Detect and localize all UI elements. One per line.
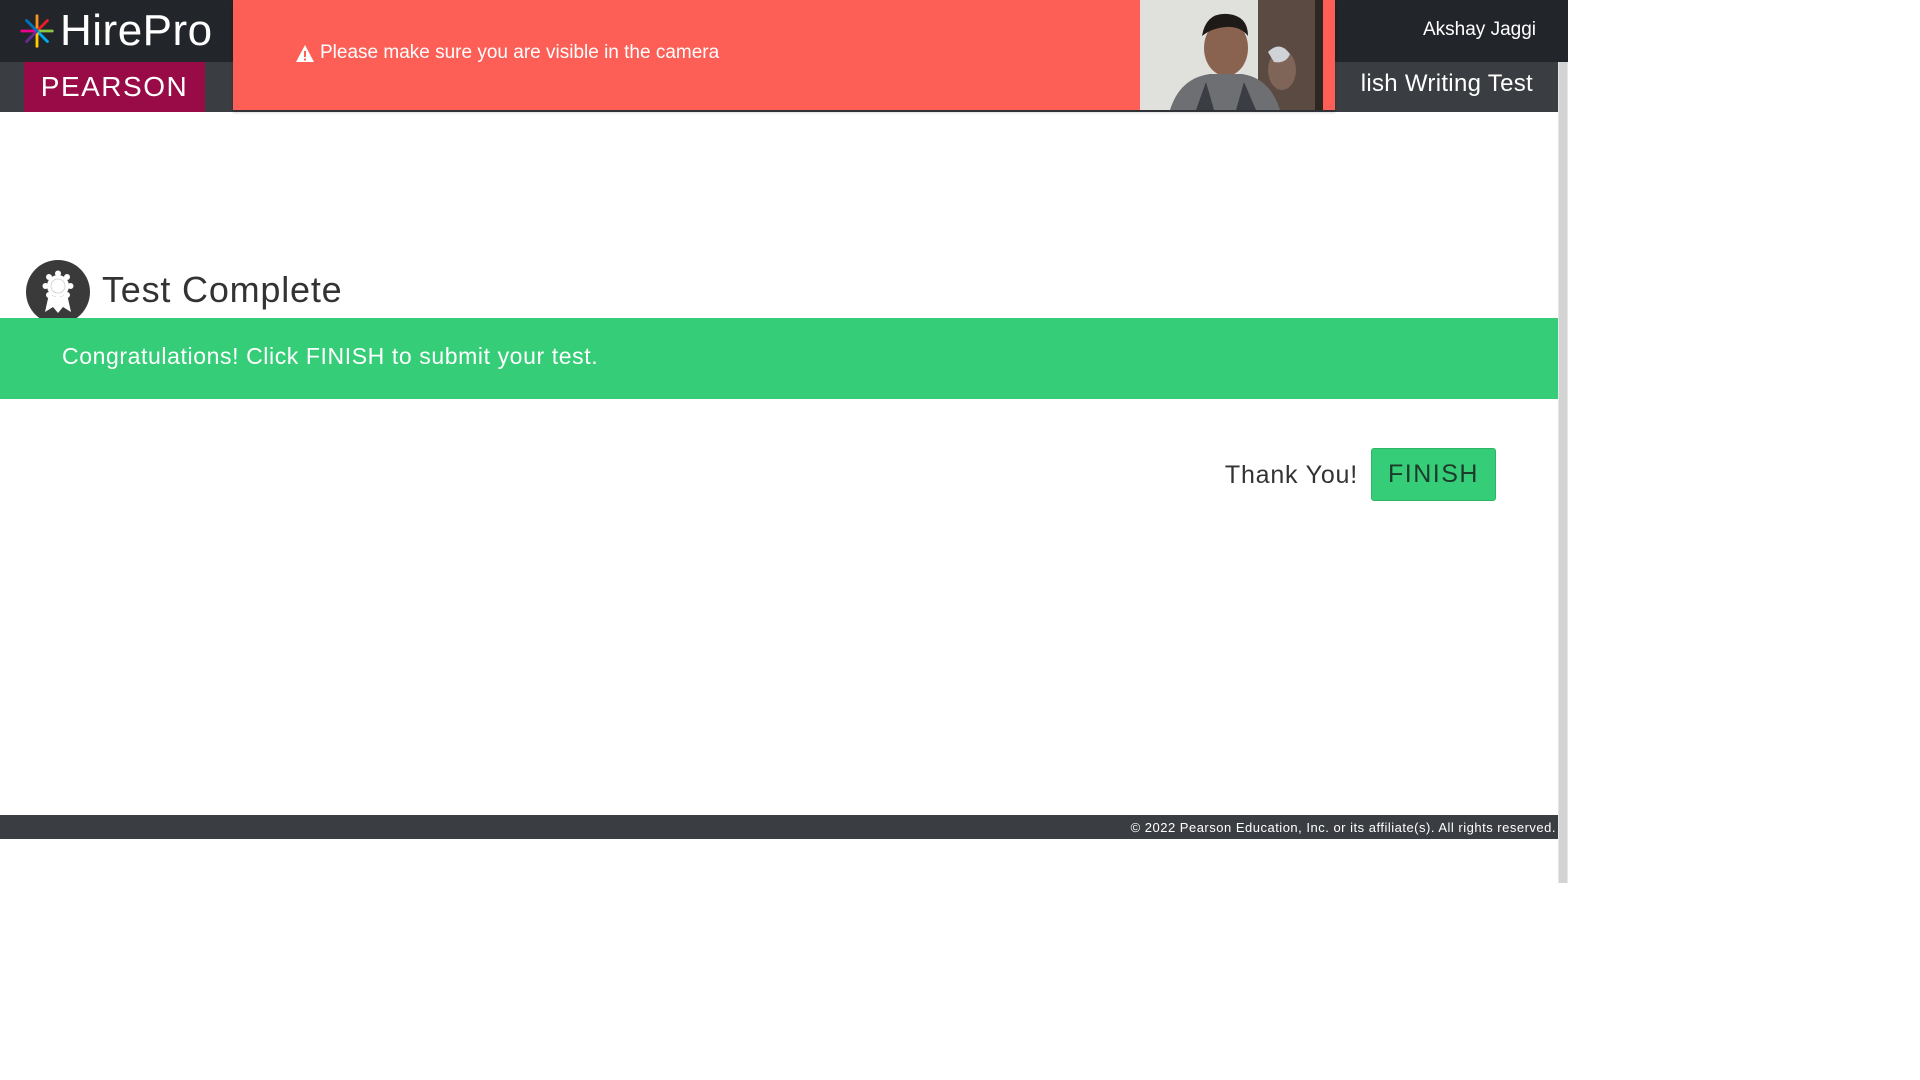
footer: © 2022 Pearson Education, Inc. or its af… bbox=[0, 815, 1558, 839]
user-name: Akshay Jaggi bbox=[1422, 19, 1536, 40]
camera-warning-text: Please make sure you are visible in the … bbox=[320, 42, 720, 63]
finish-button[interactable]: FINISH bbox=[1371, 448, 1496, 501]
award-icon bbox=[26, 260, 90, 324]
hirepro-brand-text: HirePro bbox=[60, 6, 213, 55]
page-title: Test Complete bbox=[102, 269, 343, 310]
camera-feed bbox=[1140, 0, 1323, 110]
success-banner: Congratulations! Click FINISH to submit … bbox=[0, 318, 1558, 399]
test-title: lish Writing Test bbox=[1360, 70, 1533, 97]
hirepro-logo: HirePro bbox=[18, 6, 213, 55]
hirepro-star-icon bbox=[20, 14, 54, 48]
pearson-logo: PEARSON bbox=[24, 62, 205, 112]
vertical-scrollbar[interactable] bbox=[1558, 62, 1568, 883]
camera-warning-message: Please make sure you are visible in the … bbox=[295, 42, 719, 64]
thank-you-text: Thank You! bbox=[1224, 461, 1358, 489]
webcam-image bbox=[1140, 0, 1323, 110]
camera-warning-banner: Please make sure you are visible in the … bbox=[233, 0, 1335, 110]
scrollbar-thumb[interactable] bbox=[1559, 62, 1567, 883]
success-banner-text: Congratulations! Click FINISH to submit … bbox=[62, 343, 599, 369]
warning-icon bbox=[296, 44, 314, 62]
copyright-text: © 2022 Pearson Education, Inc. or its af… bbox=[1130, 820, 1556, 835]
test-complete-header: Test Complete bbox=[26, 260, 343, 324]
page: HirePro Akshay Jaggi PEARSON lish Writin… bbox=[0, 0, 1568, 883]
